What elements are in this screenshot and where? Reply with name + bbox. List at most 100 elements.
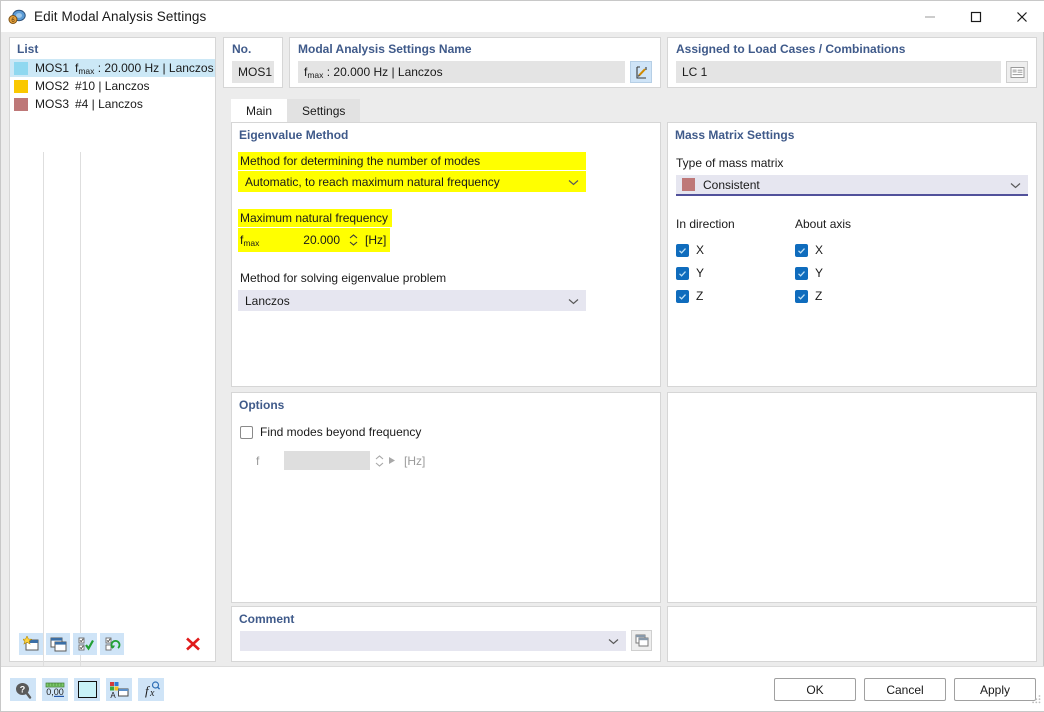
fmax-stepper[interactable] bbox=[348, 232, 359, 249]
display-properties-button[interactable]: A bbox=[106, 678, 132, 701]
f-symbol: f bbox=[256, 453, 260, 468]
list-item-desc: #4 | Lanczos bbox=[75, 97, 143, 111]
checkbox-label: X bbox=[696, 243, 705, 257]
invert-selection-button[interactable] bbox=[100, 633, 124, 655]
name-field-row: fmax : 20.000 Hz | Lanczos bbox=[298, 61, 652, 83]
list-item-desc: fmax : 20.000 Hz | Lanczos bbox=[75, 60, 214, 76]
checkbox-about-axis-x[interactable]: X bbox=[795, 243, 851, 257]
eigenvalue-method-panel: Eigenvalue Method Method for determining… bbox=[231, 122, 661, 387]
check-icon bbox=[676, 243, 689, 257]
fmax-input[interactable]: 20.000 bbox=[268, 230, 344, 250]
name-label: Modal Analysis Settings Name bbox=[298, 42, 472, 56]
max-frequency-label: Maximum natural frequency bbox=[238, 209, 393, 227]
name-value-field[interactable]: fmax : 20.000 Hz | Lanczos bbox=[298, 61, 625, 83]
no-value-field: MOS1 bbox=[232, 61, 274, 83]
checkbox-in-direction-y[interactable]: Y bbox=[676, 266, 735, 280]
title-bar: 6 Edit Modal Analysis Settings bbox=[1, 1, 1044, 32]
chevron-down-icon bbox=[568, 294, 579, 308]
checkbox-in-direction-x[interactable]: X bbox=[676, 243, 735, 257]
mass-type-combo[interactable]: Consistent bbox=[676, 175, 1028, 196]
no-box: No. MOS1 bbox=[223, 37, 283, 88]
select-all-button[interactable] bbox=[73, 633, 97, 655]
assigned-label: Assigned to Load Cases / Combinations bbox=[676, 42, 906, 56]
checkbox-unchecked-icon bbox=[240, 425, 253, 439]
assigned-field-row: LC 1 bbox=[676, 61, 1028, 83]
tab-main[interactable]: Main bbox=[231, 99, 288, 122]
checkbox-label: Z bbox=[815, 289, 823, 303]
fmax-symbol: fmax bbox=[240, 232, 260, 248]
minimize-icon[interactable] bbox=[907, 1, 953, 32]
checkbox-find-modes-beyond-frequency[interactable]: Find modes beyond frequency bbox=[240, 425, 421, 439]
maximize-icon[interactable] bbox=[953, 1, 999, 32]
mass-type-label: Type of mass matrix bbox=[676, 156, 784, 170]
mass-type-color-swatch bbox=[682, 178, 695, 191]
check-icon bbox=[676, 289, 689, 303]
mass-matrix-panel: Mass Matrix Settings Type of mass matrix… bbox=[667, 122, 1037, 387]
list-item-color-swatch bbox=[14, 61, 28, 75]
fmax-row: fmax 20.000 [Hz] bbox=[238, 228, 390, 252]
help-button[interactable]: ? bbox=[10, 678, 36, 701]
no-label: No. bbox=[232, 42, 252, 56]
close-icon[interactable] bbox=[999, 1, 1044, 32]
list-item-no: MOS2 bbox=[35, 79, 70, 93]
cancel-button[interactable]: Cancel bbox=[864, 678, 946, 701]
f-input[interactable] bbox=[284, 451, 370, 470]
comment-title: Comment bbox=[239, 612, 295, 626]
svg-text:A: A bbox=[110, 691, 116, 699]
tab-strip: Main Settings bbox=[231, 99, 361, 122]
comment-library-button[interactable] bbox=[631, 630, 652, 651]
delete-item-button[interactable] bbox=[181, 633, 205, 655]
list-item[interactable]: MOS1 fmax : 20.000 Hz | Lanczos bbox=[10, 59, 215, 77]
in-direction-column: In direction X Y Z bbox=[676, 217, 735, 312]
method-modes-value: Automatic, to reach maximum natural freq… bbox=[245, 174, 500, 189]
new-item-button[interactable] bbox=[19, 633, 43, 655]
method-modes-label: Method for determining the number of mod… bbox=[238, 152, 586, 170]
copy-item-button[interactable] bbox=[46, 633, 70, 655]
chevron-down-icon bbox=[1010, 178, 1021, 192]
resize-grip[interactable] bbox=[1030, 693, 1042, 708]
chevron-down-icon bbox=[568, 175, 579, 189]
svg-text:0,00: 0,00 bbox=[46, 687, 64, 697]
tab-settings[interactable]: Settings bbox=[287, 99, 361, 122]
dialog-footer: ? 0,00 A f x OK Cancel Apply bbox=[1, 666, 1044, 711]
decimal-places-button[interactable]: 0,00 bbox=[42, 678, 68, 701]
checkbox-label: Find modes beyond frequency bbox=[260, 425, 422, 439]
checkbox-about-axis-z[interactable]: Z bbox=[795, 289, 851, 303]
checkbox-in-direction-z[interactable]: Z bbox=[676, 289, 735, 303]
assigned-value-field[interactable]: LC 1 bbox=[676, 61, 1001, 83]
list-item-no: MOS1 bbox=[35, 61, 70, 75]
formula-button[interactable]: f x bbox=[138, 678, 164, 701]
list-column-divider bbox=[80, 152, 81, 667]
list-item[interactable]: MOS3 #4 | Lanczos bbox=[10, 95, 215, 113]
about-axis-column: About axis X Y Z bbox=[795, 217, 851, 312]
comment-panel: Comment bbox=[231, 606, 661, 662]
list-item[interactable]: MOS2 #10 | Lanczos bbox=[10, 77, 215, 95]
bottom-right-blank-panel bbox=[667, 606, 1037, 662]
edit-modal-analysis-settings-dialog: 6 Edit Modal Analysis Settings List MOS1… bbox=[0, 0, 1044, 712]
checkbox-label: X bbox=[815, 243, 824, 257]
f-unit: [Hz] bbox=[404, 453, 426, 468]
right-blank-panel bbox=[667, 392, 1037, 603]
check-icon bbox=[795, 243, 808, 257]
check-icon bbox=[676, 266, 689, 280]
solver-label: Method for solving eigenvalue problem bbox=[240, 271, 447, 285]
assigned-list-button[interactable] bbox=[1006, 61, 1028, 83]
assigned-box: Assigned to Load Cases / Combinations LC… bbox=[667, 37, 1037, 88]
comment-combo[interactable] bbox=[240, 630, 626, 651]
in-direction-label: In direction bbox=[676, 217, 735, 231]
ok-button[interactable]: OK bbox=[774, 678, 856, 701]
solver-combo[interactable]: Lanczos bbox=[238, 290, 586, 311]
edit-name-button[interactable] bbox=[630, 61, 652, 83]
modal-analysis-icon: 6 bbox=[8, 8, 26, 26]
method-modes-combo[interactable]: Automatic, to reach maximum natural freq… bbox=[238, 171, 586, 192]
dialog-buttons: OK Cancel Apply bbox=[774, 678, 1036, 701]
window-controls bbox=[907, 1, 1044, 32]
f-stepper[interactable] bbox=[374, 452, 385, 469]
fmax-value: 20.000 bbox=[303, 233, 340, 247]
list-toolbar bbox=[10, 631, 217, 657]
checkbox-about-axis-y[interactable]: Y bbox=[795, 266, 851, 280]
check-icon bbox=[795, 289, 808, 303]
apply-button[interactable]: Apply bbox=[954, 678, 1036, 701]
f-expand-arrow-icon[interactable] bbox=[388, 454, 396, 468]
color-swatch-button[interactable] bbox=[74, 678, 100, 701]
